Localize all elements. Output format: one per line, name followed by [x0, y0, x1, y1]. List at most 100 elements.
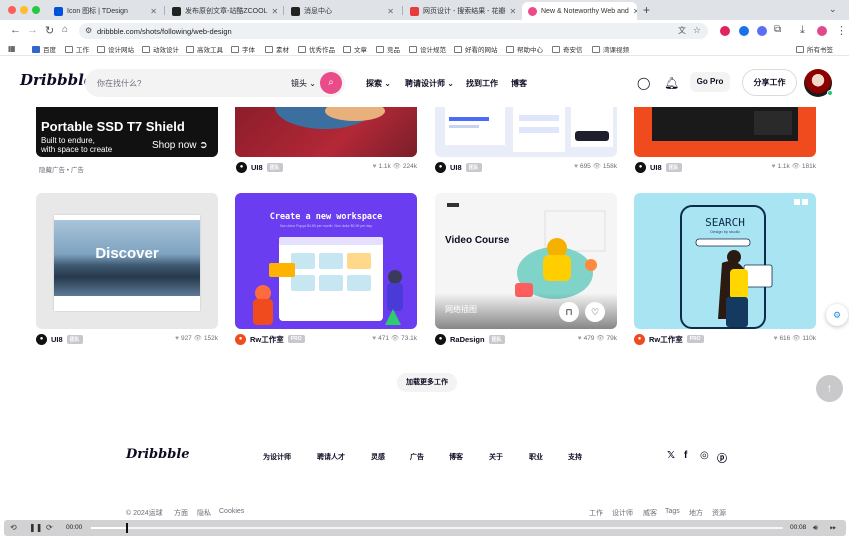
- bookmark-folder[interactable]: 设计网站: [97, 44, 134, 54]
- progress-track[interactable]: [91, 523, 783, 533]
- bookmark-folder[interactable]: 文章: [343, 44, 367, 54]
- footer-link[interactable]: 博客: [449, 452, 463, 462]
- bookmark-folder[interactable]: 字体: [231, 44, 255, 54]
- author-name[interactable]: UI8: [251, 163, 263, 172]
- go-pro-button[interactable]: Go Pro: [690, 72, 730, 92]
- footer-link[interactable]: 灵感: [371, 452, 385, 462]
- bookmark-icon[interactable]: ⊓: [559, 302, 579, 322]
- rewind-icon[interactable]: ⟲: [10, 523, 17, 532]
- fast-forward-icon[interactable]: ⏩︎: [830, 523, 836, 533]
- search-input[interactable]: 你在找什么? 镜头 ⌄ ⌕: [85, 69, 345, 97]
- profile-avatar-icon[interactable]: [817, 26, 827, 36]
- footer-right-link[interactable]: 资源: [712, 508, 726, 518]
- author-avatar[interactable]: ●: [236, 161, 247, 173]
- forward-arrow-icon[interactable]: →: [27, 24, 38, 36]
- extension-icon[interactable]: [739, 26, 749, 36]
- bookmark-folder[interactable]: 奇安信: [552, 44, 583, 54]
- footer-right-link[interactable]: 设计师: [612, 508, 633, 518]
- like-heart-icon[interactable]: ♡: [585, 302, 605, 322]
- site-settings-icon[interactable]: ⚙: [85, 26, 92, 35]
- bookmark-item[interactable]: 百度: [32, 44, 56, 54]
- user-avatar[interactable]: [804, 69, 833, 97]
- dribbble-logo[interactable]: Dribbble: [20, 71, 93, 89]
- nav-blog[interactable]: 博客: [511, 78, 527, 89]
- close-window-dot[interactable]: [8, 6, 16, 14]
- footer-right-link[interactable]: 工作: [589, 508, 603, 518]
- author-name[interactable]: Rw工作室: [649, 334, 683, 345]
- translate-icon[interactable]: 文: [678, 25, 686, 36]
- footer-link[interactable]: 为设计师: [263, 452, 291, 462]
- footer-link[interactable]: 聘请人才: [317, 452, 345, 462]
- author-avatar[interactable]: ●: [635, 161, 646, 173]
- bookmark-folder[interactable]: 湾课视频: [592, 44, 629, 54]
- facebook-icon[interactable]: f: [684, 450, 687, 461]
- author-avatar[interactable]: ●: [435, 161, 446, 173]
- extension-icon[interactable]: [757, 26, 767, 36]
- ad-cta[interactable]: Shop now ➲: [152, 140, 208, 151]
- ad-card[interactable]: Portable SSD T7 Shield Built to endure, w…: [36, 107, 218, 157]
- pause-icon[interactable]: ❚❚: [29, 523, 42, 532]
- nav-find-jobs[interactable]: 找到工作: [466, 78, 498, 89]
- footer-link[interactable]: 支持: [568, 452, 582, 462]
- bookmark-star-icon[interactable]: ☆: [693, 25, 701, 36]
- back-arrow-icon[interactable]: ←: [10, 24, 21, 36]
- reload-icon[interactable]: ↻: [45, 24, 54, 37]
- author-name[interactable]: UI8: [51, 335, 63, 344]
- footer-right-link[interactable]: Tags: [665, 508, 680, 515]
- heart-icon[interactable]: ♥: [578, 335, 582, 342]
- heart-icon[interactable]: ♥: [175, 335, 179, 342]
- extension-icon[interactable]: [720, 26, 730, 36]
- bookmark-folder[interactable]: 素材: [265, 44, 289, 54]
- floating-assistant-icon[interactable]: ⚙: [826, 304, 848, 326]
- messages-icon[interactable]: ◯: [637, 76, 650, 90]
- hide-ad-link[interactable]: 隐藏广告 • 广告: [39, 164, 84, 174]
- close-tab-icon[interactable]: ✕: [146, 7, 157, 16]
- address-bar[interactable]: ⚙ dribbble.com/shots/following/web-desig…: [79, 23, 708, 39]
- close-tab-icon[interactable]: ✕: [505, 7, 516, 16]
- footer-legal-link[interactable]: 隐私: [197, 508, 211, 518]
- search-type-dropdown[interactable]: 镜头 ⌄: [291, 78, 316, 89]
- bookmark-folder[interactable]: 工作: [65, 44, 89, 54]
- bookmark-folder[interactable]: 动效设计: [142, 44, 179, 54]
- footer-right-link[interactable]: 威客: [643, 508, 657, 518]
- browser-tab[interactable]: 网页设计 - 搜索结果 - 花瓣 ✕: [404, 2, 519, 20]
- shot-thumbnail[interactable]: Create a new workspace Non dolor Popya $…: [235, 193, 417, 329]
- bookmark-folder[interactable]: 帮助中心: [506, 44, 543, 54]
- shot-thumbnail[interactable]: [435, 107, 617, 157]
- footer-right-link[interactable]: 地方: [689, 508, 703, 518]
- home-icon[interactable]: ⌂: [62, 24, 68, 35]
- browser-tab-active[interactable]: New & Noteworthy Web and ✕: [522, 2, 637, 20]
- bookmark-folder[interactable]: 设计规范: [409, 44, 446, 54]
- author-name[interactable]: Rw工作室: [250, 334, 284, 345]
- footer-legal-link[interactable]: Cookies: [219, 508, 244, 515]
- author-name[interactable]: RaDesign: [450, 335, 485, 344]
- browser-tab[interactable]: Icon 图标 | TDesign ✕: [48, 2, 163, 20]
- author-avatar[interactable]: ●: [235, 333, 246, 345]
- browser-tab[interactable]: 发布原创文章-站酷ZCOOL ✕: [166, 2, 281, 20]
- progress-thumb[interactable]: [125, 523, 128, 533]
- all-bookmarks-folder[interactable]: 所有书签: [796, 44, 833, 54]
- new-tab-button[interactable]: +: [643, 3, 650, 17]
- footer-link[interactable]: 关于: [489, 452, 503, 462]
- scroll-to-top-icon[interactable]: ↑: [816, 375, 843, 402]
- shot-thumbnail[interactable]: Video Course 网络插图 ⊓ ♡: [435, 193, 617, 329]
- footer-logo[interactable]: Dribbble: [126, 447, 190, 462]
- forward-icon[interactable]: ⟳: [46, 523, 53, 532]
- close-tab-icon[interactable]: ✕: [629, 7, 637, 16]
- browser-tab[interactable]: 消息中心 ✕: [285, 2, 400, 20]
- load-more-button[interactable]: 加载更多工作: [397, 373, 457, 392]
- heart-icon[interactable]: ♥: [373, 163, 377, 170]
- tab-list-chevron-icon[interactable]: ⌄: [829, 4, 837, 15]
- shot-thumbnail[interactable]: SEARCH Design by studio: [634, 193, 816, 329]
- footer-legal-link[interactable]: 方面: [174, 508, 188, 518]
- close-tab-icon[interactable]: ✕: [267, 7, 278, 16]
- menu-kebab-icon[interactable]: ⋮: [836, 24, 847, 37]
- nav-explore[interactable]: 探索 ⌄: [366, 78, 391, 89]
- author-avatar[interactable]: ●: [634, 333, 645, 345]
- author-name[interactable]: UI8: [650, 163, 662, 172]
- shot-thumbnail[interactable]: [235, 107, 417, 157]
- extensions-puzzle-icon[interactable]: ⧉: [774, 24, 781, 35]
- share-work-button[interactable]: 分享工作: [742, 69, 797, 96]
- heart-icon[interactable]: ♥: [574, 163, 578, 170]
- footer-link[interactable]: 职业: [529, 452, 543, 462]
